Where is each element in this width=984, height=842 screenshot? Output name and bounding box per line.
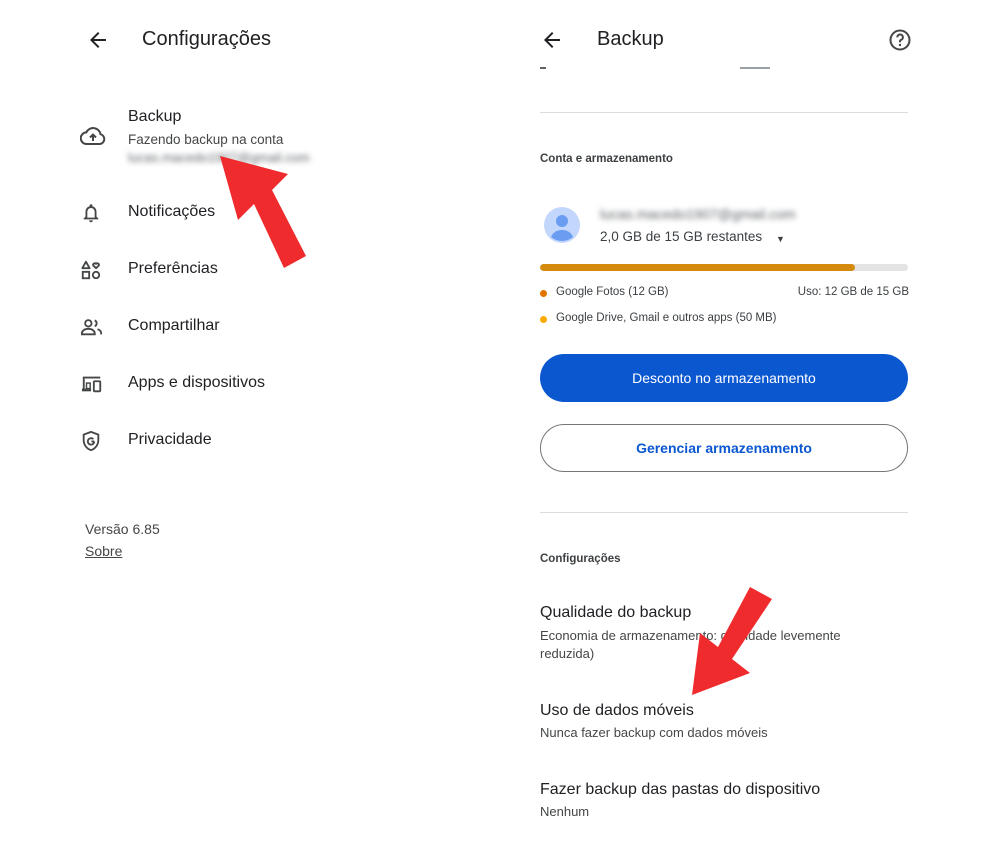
account-email: lucas.macedo1907@gmail.com xyxy=(600,206,796,222)
shield-icon xyxy=(80,430,114,464)
menu-item-label: Preferências xyxy=(128,260,218,277)
setting-title: Uso de dados móveis xyxy=(540,702,694,719)
setting-subtitle: Nunca fazer backup com dados móveis xyxy=(540,725,768,740)
backup-subtitle: Fazendo backup na conta xyxy=(128,132,284,147)
storage-usage-bar-fill xyxy=(540,264,856,271)
sidebar-item-devices[interactable]: Apps e dispositivos xyxy=(80,367,460,411)
storage-usage-bar xyxy=(540,264,908,271)
legend-label-drive: Google Drive, Gmail e outros apps (50 MB… xyxy=(556,312,777,324)
menu-item-label: Privacidade xyxy=(128,431,212,448)
account-row[interactable]: lucas.macedo1907@gmail.com 2,0 GB de 15 … xyxy=(540,200,908,250)
settings-section-label: Configurações xyxy=(540,553,621,565)
page-title: Backup xyxy=(597,28,664,50)
setting-title: Fazer backup das pastas do dispositivo xyxy=(540,781,821,798)
sidebar-item-sharing[interactable]: Compartilhar xyxy=(80,310,460,354)
setting-device-folders[interactable]: Fazer backup das pastas do dispositivo N… xyxy=(540,781,908,827)
divider xyxy=(540,512,908,513)
menu-item-label: Apps e dispositivos xyxy=(128,374,265,391)
devices-icon xyxy=(80,373,114,407)
setting-mobile-data-usage[interactable]: Uso de dados móveis Nunca fazer backup c… xyxy=(540,702,908,748)
legend-dot-photos xyxy=(540,290,547,297)
page-title: Configurações xyxy=(142,28,271,50)
bell-icon xyxy=(80,202,114,236)
help-icon[interactable] xyxy=(888,28,912,52)
menu-item-label: Notificações xyxy=(128,203,216,220)
about-link[interactable]: Sobre xyxy=(85,543,122,559)
back-arrow-icon[interactable] xyxy=(86,28,110,52)
scrolled-content-fragment xyxy=(540,66,770,72)
setting-subtitle: Nenhum xyxy=(540,804,590,819)
divider xyxy=(540,112,908,113)
legend-dot-drive xyxy=(540,316,547,323)
manage-storage-button[interactable]: Gerenciar armazenamento xyxy=(540,424,908,472)
menu-item-label: Compartilhar xyxy=(128,317,220,334)
red-pointer-arrow-icon xyxy=(680,585,780,700)
sidebar-item-privacy[interactable]: Privacidade xyxy=(80,424,460,468)
back-arrow-icon[interactable] xyxy=(540,28,564,52)
version-text: Versão 6.85 xyxy=(85,521,160,537)
usage-text: Uso: 12 GB de 15 GB xyxy=(797,286,909,298)
shapes-icon xyxy=(80,259,114,293)
red-pointer-arrow-icon xyxy=(210,150,320,275)
storage-section-label: Conta e armazenamento xyxy=(540,153,673,165)
legend-label-photos: Google Fotos (12 GB) xyxy=(556,286,669,298)
backup-title: Backup xyxy=(128,108,182,125)
storage-remaining: 2,0 GB de 15 GB restantes xyxy=(600,229,763,244)
dropdown-caret-icon[interactable]: ▼ xyxy=(776,234,785,244)
avatar xyxy=(544,207,580,243)
storage-discount-button[interactable]: Desconto no armazenamento xyxy=(540,354,908,402)
people-icon xyxy=(80,316,114,350)
cloud-upload-icon xyxy=(79,126,114,160)
